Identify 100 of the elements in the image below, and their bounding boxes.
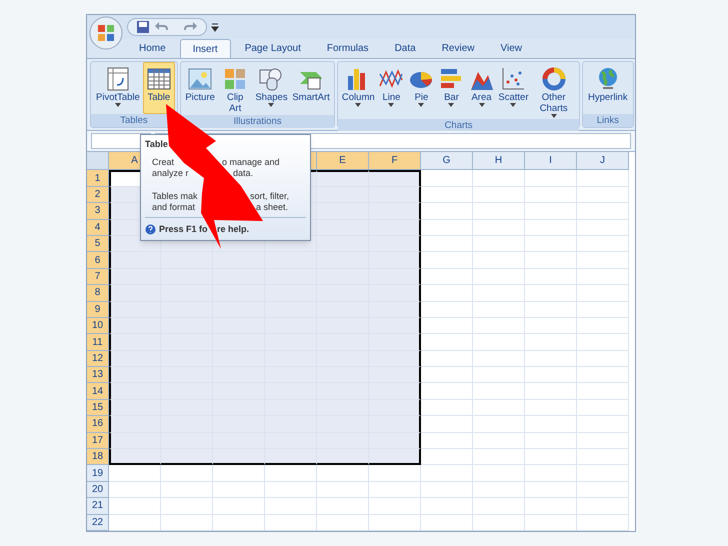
tooltip-text: and format: [152, 202, 196, 213]
caret-icon: [114, 103, 121, 107]
cell[interactable]: [369, 186, 421, 204]
cell[interactable]: [369, 400, 421, 416]
caret-icon: [388, 103, 394, 107]
donut-chart-icon: [540, 66, 567, 92]
caret-icon: [478, 103, 485, 107]
ribbon-button[interactable]: Hyperlink: [584, 62, 631, 114]
caret-icon: [355, 103, 362, 107]
cell[interactable]: [369, 383, 421, 400]
ribbon-tab[interactable]: Data: [382, 39, 428, 58]
tooltip-text: a sheet.: [256, 202, 288, 213]
shapes-icon: [258, 66, 284, 92]
ribbon-tab[interactable]: Insert: [180, 39, 231, 58]
ribbon-button[interactable]: Picture: [182, 62, 218, 115]
ribbon-button[interactable]: Table: [142, 62, 175, 114]
row-header[interactable]: 10: [87, 318, 109, 334]
row-header[interactable]: 16: [87, 416, 109, 433]
customize-toolbar-icon[interactable]: [211, 22, 219, 32]
row-header[interactable]: 6: [87, 252, 109, 269]
cell[interactable]: [369, 449, 421, 466]
tooltip-text: Tables mak: [152, 191, 198, 202]
row-header[interactable]: 7: [87, 268, 109, 286]
ribbon-button[interactable]: Shapes: [252, 62, 290, 115]
ribbon-button[interactable]: Area: [466, 62, 497, 119]
group-label: Illustrations: [180, 115, 334, 128]
ribbon-tab[interactable]: Formulas: [314, 39, 381, 58]
row-header[interactable]: 8: [87, 285, 109, 302]
row-header[interactable]: 11: [87, 334, 109, 351]
cell[interactable]: [369, 416, 421, 433]
row-header[interactable]: 20: [87, 482, 109, 498]
cell[interactable]: [369, 432, 421, 450]
ribbon-tab[interactable]: Review: [430, 39, 486, 58]
row-header[interactable]: 3: [87, 203, 109, 220]
row-header[interactable]: 21: [87, 498, 109, 515]
column-header[interactable]: G: [421, 152, 473, 170]
cell[interactable]: [369, 268, 421, 286]
ribbon-button[interactable]: Scatter: [496, 62, 530, 119]
column-header[interactable]: F: [369, 152, 421, 170]
caret-icon: [510, 103, 516, 107]
group-label: Links: [582, 114, 633, 127]
caret-icon: [448, 103, 454, 107]
ribbon-button[interactable]: Clip Art: [217, 62, 253, 115]
row-header[interactable]: 15: [87, 400, 109, 416]
row-header[interactable]: 9: [87, 302, 109, 318]
ribbon-button[interactable]: Other Charts: [530, 62, 578, 119]
row-header[interactable]: 14: [87, 383, 109, 400]
cell[interactable]: [369, 334, 421, 351]
row-header[interactable]: 17: [87, 432, 109, 450]
ribbon-tab[interactable]: View: [488, 39, 534, 58]
cell[interactable]: [369, 236, 421, 252]
column-header[interactable]: J: [577, 152, 629, 170]
row-header[interactable]: 18: [87, 449, 109, 466]
caret-icon: [268, 103, 274, 107]
select-all-corner[interactable]: [87, 152, 109, 170]
scatter-chart-icon: [500, 66, 526, 92]
ribbon-tab[interactable]: Page Layout: [232, 39, 313, 58]
help-icon: [145, 224, 156, 235]
help-text: Press F1 fo: [159, 224, 208, 235]
tooltip-text: sort, filter,: [250, 191, 290, 202]
save-icon[interactable]: [136, 20, 150, 34]
cell[interactable]: [369, 302, 421, 318]
tooltip-title: Table: [145, 138, 168, 150]
ribbon-button[interactable]: PivotTable: [93, 62, 143, 114]
row-header[interactable]: 5: [87, 236, 109, 252]
cell[interactable]: [369, 220, 421, 236]
ribbon-button[interactable]: Line: [376, 62, 406, 119]
cell[interactable]: [317, 170, 369, 187]
cell[interactable]: [369, 285, 421, 302]
row-header[interactable]: 13: [87, 367, 109, 384]
pivot-table-icon: [104, 66, 131, 92]
cell[interactable]: [369, 318, 421, 334]
row-header[interactable]: 4: [87, 220, 109, 236]
column-header[interactable]: H: [473, 152, 525, 170]
office-button-icon[interactable]: [89, 16, 123, 50]
tooltip-text: data.: [233, 168, 254, 179]
row-header[interactable]: 12: [87, 350, 109, 368]
ribbon-button[interactable]: Bar: [436, 62, 466, 119]
cell[interactable]: [369, 367, 421, 384]
ribbon-button[interactable]: Column: [340, 62, 376, 119]
picture-icon: [187, 66, 214, 92]
ribbon-tab[interactable]: Home: [127, 39, 178, 58]
caret-icon: [418, 103, 424, 107]
help-text: re help.: [217, 224, 250, 235]
ribbon-button[interactable]: Pie: [406, 62, 436, 119]
cell[interactable]: [369, 350, 421, 368]
cell[interactable]: [369, 203, 421, 220]
row-header[interactable]: 1: [87, 170, 109, 187]
column-header[interactable]: I: [525, 152, 577, 170]
group-label: Charts: [338, 119, 579, 132]
row-header[interactable]: 2: [87, 186, 109, 204]
tooltip-text: o manage and: [222, 157, 280, 168]
cell[interactable]: [369, 170, 421, 187]
table-grid-icon: [146, 66, 172, 92]
tooltip-text: analyze r: [152, 168, 189, 179]
column-header[interactable]: E: [317, 152, 369, 170]
cell[interactable]: [369, 252, 421, 269]
row-header[interactable]: 19: [87, 465, 109, 482]
ribbon-button[interactable]: SmartArt: [290, 62, 332, 115]
row-header[interactable]: 22: [87, 514, 109, 531]
